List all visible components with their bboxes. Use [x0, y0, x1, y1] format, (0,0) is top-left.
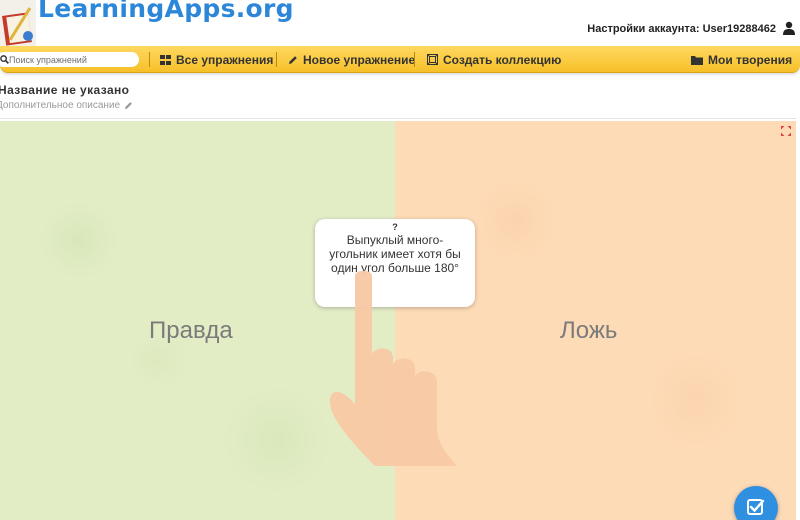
nav-new-exercise[interactable]: Новое упражнение: [288, 46, 415, 73]
drag-hint-hand-icon: [329, 270, 457, 466]
nav-create-collection-label: Создать коллекцию: [443, 52, 562, 67]
search-box: [0, 52, 139, 67]
search-icon: [0, 55, 9, 64]
fullscreen-icon[interactable]: [780, 125, 792, 137]
zone-label-true: Правда: [149, 317, 233, 344]
main-nav: Все упражнения Новое упражнение Создать …: [0, 46, 800, 73]
page: LearningApps.org Настройки аккаунта: Use…: [0, 0, 800, 520]
exercise-description: Дополнительное описание: [0, 100, 121, 111]
nav-separator: [276, 52, 277, 67]
nav-new-exercise-label: Новое упражнение: [303, 52, 416, 67]
nav-my-creations[interactable]: Мои творения: [691, 46, 792, 73]
nav-create-collection[interactable]: Создать коллекцию: [427, 46, 561, 73]
logo-icon[interactable]: [0, 0, 36, 46]
checkmark-icon: [747, 499, 765, 515]
card-question-mark: ?: [392, 222, 398, 232]
exercise-app: Правда Ложь ? Выпуклый много-угольник им…: [0, 121, 796, 520]
nav-separator: [414, 52, 415, 67]
divider: [0, 118, 796, 119]
header: LearningApps.org Настройки аккаунта: Use…: [0, 0, 800, 46]
exercise-description-row[interactable]: Дополнительное описание: [0, 100, 133, 111]
nav-all-exercises[interactable]: Все упражнения: [160, 46, 273, 73]
edit-pencil-icon[interactable]: [124, 101, 133, 110]
nav-my-creations-label: Мои творения: [708, 52, 793, 67]
collection-icon: [427, 54, 438, 65]
nav-all-exercises-label: Все упражнения: [176, 52, 274, 67]
grid-icon: [160, 54, 171, 65]
nav-separator: [149, 52, 150, 67]
folder-icon: [691, 55, 703, 65]
exercise-title[interactable]: Название не указано: [0, 83, 129, 97]
zone-label-false: Ложь: [560, 317, 618, 344]
user-icon[interactable]: [782, 21, 796, 35]
pencil-icon: [289, 55, 297, 64]
account-settings-link[interactable]: Настройки аккаунта: User19288462: [587, 23, 776, 35]
logo-text[interactable]: LearningApps.org: [38, 0, 294, 23]
search-input[interactable]: [9, 54, 134, 65]
